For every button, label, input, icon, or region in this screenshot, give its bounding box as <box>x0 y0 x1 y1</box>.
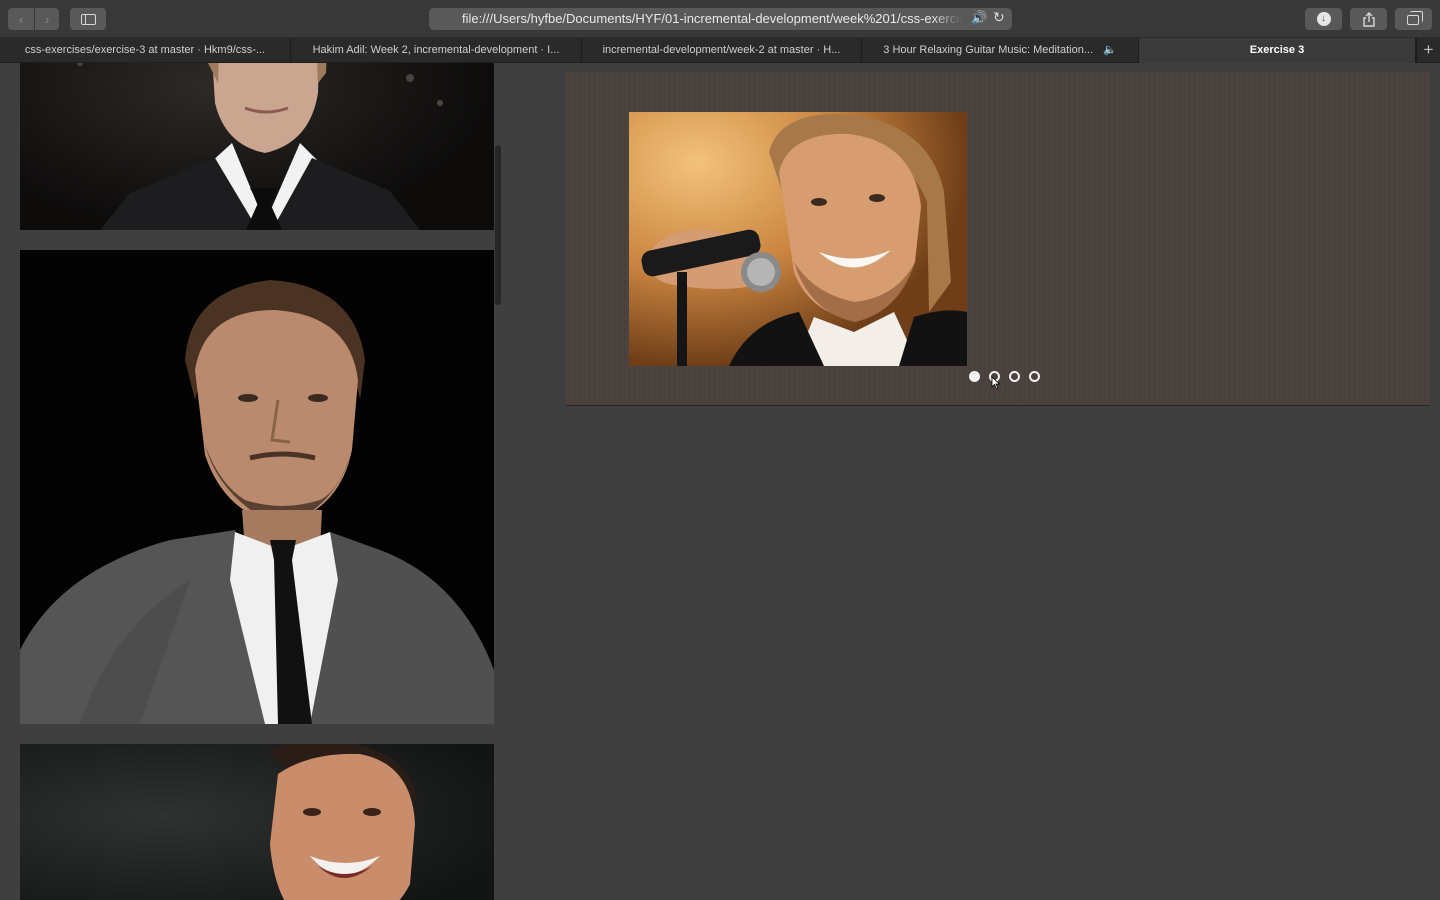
portrait-photo-tuxedo <box>20 63 494 230</box>
tab-label: Hakim Adil: Week 2, incremental-developm… <box>312 44 560 56</box>
chevron-left-icon: ‹ <box>18 11 24 27</box>
tab-label: incremental-development/week-2 at master… <box>602 44 841 56</box>
gallery-scrollbar[interactable] <box>495 145 501 305</box>
tab-audio-icon[interactable]: 🔈 <box>1103 44 1117 56</box>
slider-dot-4[interactable] <box>1029 371 1040 382</box>
chevron-right-icon: › <box>44 11 50 27</box>
new-tab-button[interactable]: + <box>1416 38 1440 63</box>
back-button[interactable]: ‹ <box>8 8 34 30</box>
tab-bar: css-exercises/exercise-3 at master · Hkm… <box>0 38 1440 63</box>
tab-label: css-exercises/exercise-3 at master · Hkm… <box>24 44 266 56</box>
browser-toolbar: ‹ › file:///Users/hyfbe/Documents/HYF/01… <box>0 0 1440 38</box>
speaker-icon[interactable]: 🔊 <box>971 10 987 26</box>
address-bar[interactable]: file:///Users/hyfbe/Documents/HYF/01-inc… <box>429 8 1012 30</box>
portrait-photo-grey-suit <box>20 250 494 724</box>
address-bar-url[interactable]: file:///Users/hyfbe/Documents/HYF/01-inc… <box>462 11 962 26</box>
tab-exercise-3[interactable]: Exercise 3 <box>1139 38 1416 63</box>
show-all-tabs-icon <box>1406 11 1423 25</box>
slider-dots <box>969 371 1040 382</box>
slider-dot-3[interactable] <box>1009 371 1020 382</box>
reload-icon[interactable]: ↻ <box>993 9 1005 26</box>
tab-incremental-development[interactable]: incremental-development/week-2 at master… <box>582 38 862 63</box>
sidebar-toggle-button[interactable] <box>70 8 106 30</box>
slider-dot-1[interactable] <box>969 371 980 382</box>
share-icon <box>1362 11 1375 27</box>
forward-button[interactable]: › <box>35 8 59 30</box>
portrait-photo-smiling <box>20 744 494 900</box>
mouse-cursor-icon <box>991 376 1001 390</box>
tab-hakim-adil[interactable]: Hakim Adil: Week 2, incremental-developm… <box>291 38 582 63</box>
tab-label: 3 Hour Relaxing Guitar Music: Meditation… <box>883 44 1093 56</box>
downloads-button[interactable]: ↓ <box>1305 8 1342 30</box>
slide-photo-singing-microphone <box>629 112 967 366</box>
plus-icon: + <box>1423 40 1434 59</box>
tab-css-exercises[interactable]: css-exercises/exercise-3 at master · Hkm… <box>0 38 291 63</box>
page-content <box>0 63 1440 900</box>
share-button[interactable] <box>1350 8 1387 30</box>
image-slider <box>566 72 1430 406</box>
tab-guitar-music[interactable]: 3 Hour Relaxing Guitar Music: Meditation… <box>862 38 1139 63</box>
sidebar-icon <box>80 13 96 25</box>
show-all-tabs-button[interactable] <box>1395 8 1432 30</box>
download-icon: ↓ <box>1316 12 1331 26</box>
tab-label: Exercise 3 <box>1249 44 1305 56</box>
